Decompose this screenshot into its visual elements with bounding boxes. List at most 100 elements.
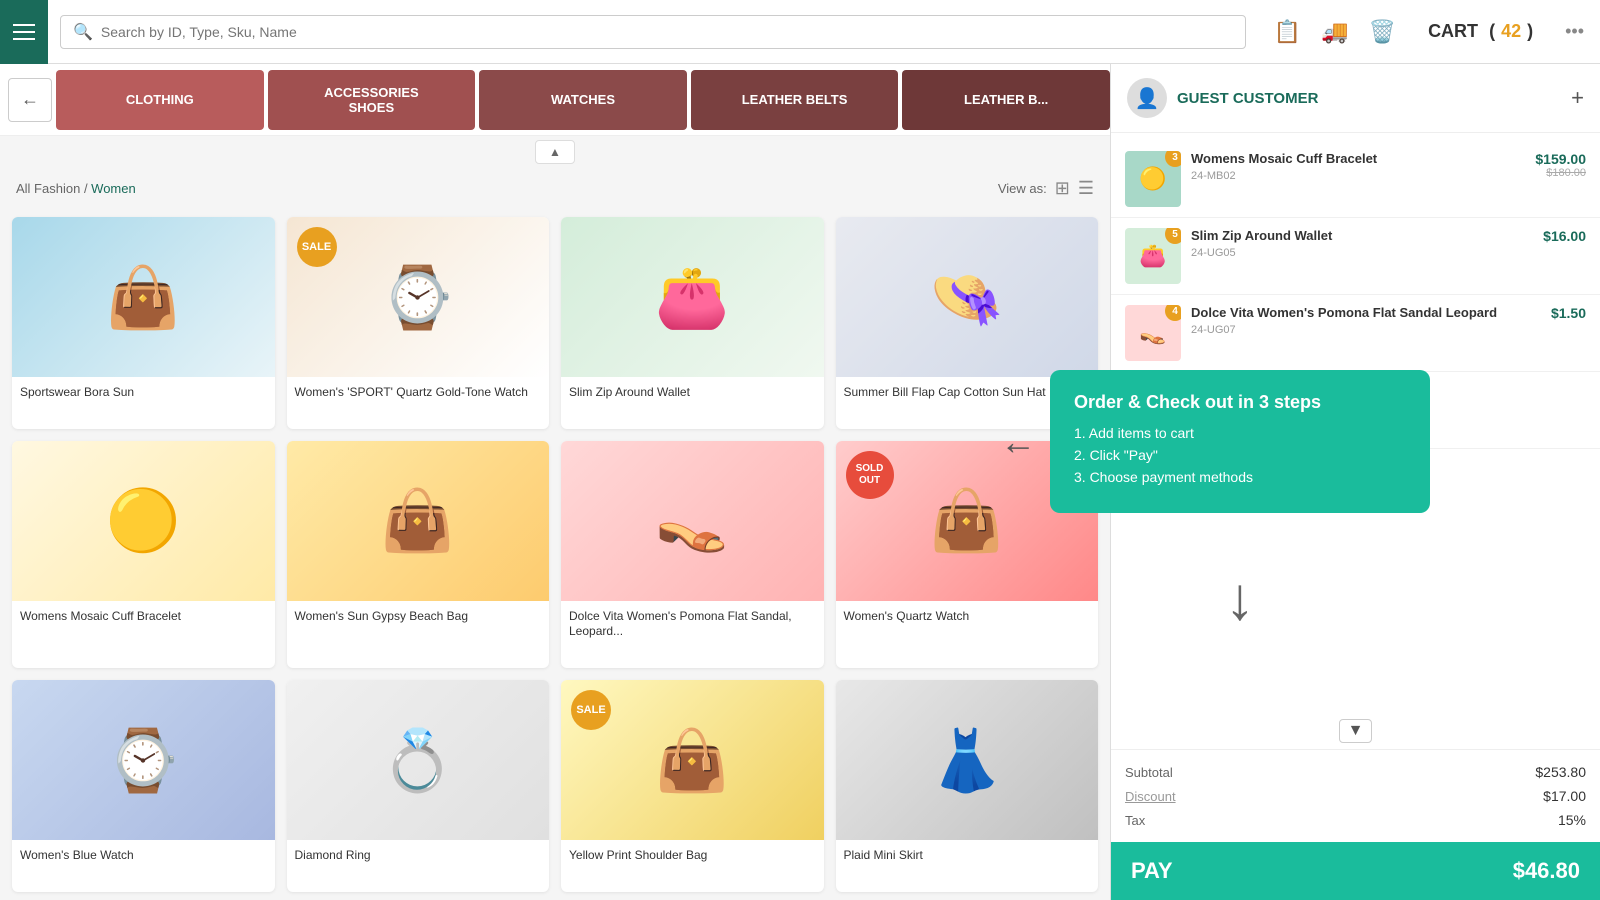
product-card-sportswear[interactable]: 👜 Sportswear Bora Sun bbox=[12, 217, 275, 429]
tax-value: 15% bbox=[1558, 812, 1586, 828]
product-card-watch-sport[interactable]: SALE ⌚ Women's 'SPORT' Quartz Gold-Tone … bbox=[287, 217, 550, 429]
pay-amount: $46.80 bbox=[1513, 858, 1580, 884]
list-view-button[interactable]: ☰ bbox=[1078, 178, 1094, 199]
category-leather[interactable]: LEATHER B... bbox=[902, 70, 1110, 130]
product-name-blue-watch: Women's Blue Watch bbox=[12, 840, 275, 874]
product-card-ring[interactable]: 💍 Diamond Ring bbox=[287, 680, 550, 892]
menu-button[interactable] bbox=[0, 0, 48, 64]
product-grid: 👜 Sportswear Bora Sun SALE ⌚ Women's 'SP… bbox=[0, 209, 1110, 900]
product-card-wallet[interactable]: 👛 Slim Zip Around Wallet bbox=[561, 217, 824, 429]
breadcrumb: All Fashion / Women bbox=[16, 181, 136, 196]
product-card-beach-bag[interactable]: 👜 Women's Sun Gypsy Beach Bag bbox=[287, 441, 550, 668]
cart-item-name-sandal: Dolce Vita Women's Pomona Flat Sandal Le… bbox=[1191, 305, 1541, 322]
subtotal-row: Subtotal $253.80 bbox=[1125, 760, 1586, 784]
tooltip-title: Order & Check out in 3 steps bbox=[1074, 392, 1406, 413]
category-accessories-shoes[interactable]: ACCESSORIESSHOES bbox=[268, 70, 476, 130]
product-name-ring: Diamond Ring bbox=[287, 840, 550, 874]
product-image-ring: 💍 bbox=[287, 680, 550, 840]
product-name-watch-sport: Women's 'SPORT' Quartz Gold-Tone Watch bbox=[287, 377, 550, 411]
product-emoji-blue-watch: ⌚ bbox=[106, 725, 181, 796]
product-emoji-beach-bag: 👜 bbox=[380, 485, 455, 556]
menu-icon-line1 bbox=[13, 24, 35, 26]
checkout-tooltip: Order & Check out in 3 steps 1. Add item… bbox=[1050, 370, 1430, 513]
guest-name: GUEST CUSTOMER bbox=[1177, 90, 1318, 107]
product-card-sandal[interactable]: 👡 Dolce Vita Women's Pomona Flat Sandal,… bbox=[561, 441, 824, 668]
cart-section: CART ( 42 ) bbox=[1428, 21, 1533, 42]
menu-icon-line2 bbox=[13, 31, 35, 33]
cart-item-price-sandal: $1.50 bbox=[1551, 305, 1586, 321]
discount-row: Discount $17.00 bbox=[1125, 784, 1586, 808]
back-button[interactable]: ← bbox=[8, 78, 52, 122]
cart-item-emoji-bracelet: 🟡 bbox=[1139, 166, 1166, 192]
tooltip-step-3: 3. Choose payment methods bbox=[1074, 469, 1406, 485]
category-clothing[interactable]: CLOTHING bbox=[56, 70, 264, 130]
cart-item-wallet[interactable]: 5 👛 Slim Zip Around Wallet 24-UG05 $16.0… bbox=[1111, 218, 1600, 295]
menu-icon-line3 bbox=[13, 38, 35, 40]
product-card-blue-watch[interactable]: ⌚ Women's Blue Watch bbox=[12, 680, 275, 892]
cart-item-details-bracelet: Womens Mosaic Cuff Bracelet 24-MB02 bbox=[1191, 151, 1525, 182]
pay-label: PAY bbox=[1131, 858, 1173, 884]
view-controls: View as: ⊞ ☰ bbox=[998, 178, 1094, 199]
trash-icon[interactable]: 🗑️ bbox=[1369, 19, 1396, 45]
cart-item-prices-wallet: $16.00 bbox=[1543, 228, 1586, 244]
clipboard-icon[interactable]: 📋 bbox=[1274, 19, 1301, 45]
cart-item-emoji-sandal: 👡 bbox=[1139, 320, 1166, 346]
product-name-bracelet: Womens Mosaic Cuff Bracelet bbox=[12, 601, 275, 635]
product-image-skirt: 👗 bbox=[836, 680, 1099, 840]
collapse-button[interactable]: ▲ bbox=[535, 140, 575, 164]
category-accessories-shoes-label: ACCESSORIESSHOES bbox=[324, 85, 419, 115]
product-emoji-ring: 💍 bbox=[380, 725, 455, 796]
header: 🔍 📋 🚚 🗑️ CART ( 42 ) ••• bbox=[0, 0, 1600, 64]
product-emoji-red-bag: 👜 bbox=[929, 485, 1004, 556]
cart-item-original-bracelet: $180.00 bbox=[1535, 167, 1586, 179]
product-emoji-sportswear: 👜 bbox=[106, 262, 181, 333]
product-card-skirt[interactable]: 👗 Plaid Mini Skirt bbox=[836, 680, 1099, 892]
category-leather-belts[interactable]: LEATHER BELTS bbox=[691, 70, 899, 130]
search-input[interactable] bbox=[101, 24, 1233, 40]
cart-item-sandal[interactable]: 4 👡 Dolce Vita Women's Pomona Flat Sanda… bbox=[1111, 295, 1600, 372]
product-image-bracelet: 🟡 bbox=[12, 441, 275, 601]
category-leather-label: LEATHER B... bbox=[964, 92, 1048, 107]
product-image-beach-bag: 👜 bbox=[287, 441, 550, 601]
view-as-label: View as: bbox=[998, 181, 1047, 196]
grid-view-button[interactable]: ⊞ bbox=[1055, 178, 1070, 199]
add-customer-button[interactable]: + bbox=[1571, 85, 1584, 111]
scroll-down-button[interactable]: ▼ bbox=[1339, 719, 1373, 743]
product-emoji-skirt: 👗 bbox=[929, 725, 1004, 796]
cart-item-sku-bracelet: 24-MB02 bbox=[1191, 170, 1525, 182]
product-image-yellow-bag: SALE 👜 bbox=[561, 680, 824, 840]
product-card-yellow-bag[interactable]: SALE 👜 Yellow Print Shoulder Bag bbox=[561, 680, 824, 892]
cart-item-img-wallet: 5 👛 bbox=[1125, 228, 1181, 284]
avatar: 👤 bbox=[1127, 78, 1167, 118]
cart-item-bracelet[interactable]: 3 🟡 Womens Mosaic Cuff Bracelet 24-MB02 … bbox=[1111, 141, 1600, 218]
product-name-sportswear: Sportswear Bora Sun bbox=[12, 377, 275, 411]
pay-button[interactable]: PAY $46.80 bbox=[1111, 842, 1600, 900]
subtotal-value: $253.80 bbox=[1535, 764, 1586, 780]
delivery-icon[interactable]: 🚚 bbox=[1321, 19, 1348, 45]
product-emoji-watch-sport: ⌚ bbox=[380, 262, 455, 333]
breadcrumb-current: Women bbox=[91, 181, 136, 196]
cart-item-sku-wallet: 24-UG05 bbox=[1191, 247, 1533, 259]
product-card-bracelet[interactable]: 🟡 Womens Mosaic Cuff Bracelet bbox=[12, 441, 275, 668]
tax-label: Tax bbox=[1125, 813, 1145, 828]
more-options-icon[interactable]: ••• bbox=[1565, 21, 1584, 42]
product-image-sportswear: 👜 bbox=[12, 217, 275, 377]
cart-label: CART bbox=[1428, 21, 1478, 42]
cart-paren: ) bbox=[1527, 21, 1533, 42]
product-name-skirt: Plaid Mini Skirt bbox=[836, 840, 1099, 874]
product-emoji-yellow-bag: 👜 bbox=[655, 725, 730, 796]
category-leather-belts-label: LEATHER BELTS bbox=[742, 92, 848, 107]
category-watches[interactable]: WATCHES bbox=[479, 70, 687, 130]
subtotal-label: Subtotal bbox=[1125, 765, 1173, 780]
product-name-beach-bag: Women's Sun Gypsy Beach Bag bbox=[287, 601, 550, 635]
breadcrumb-bar: All Fashion / Women View as: ⊞ ☰ bbox=[0, 168, 1110, 209]
cart-footer: Subtotal $253.80 Discount $17.00 Tax 15%… bbox=[1111, 749, 1600, 900]
cart-item-qty-wallet: 5 bbox=[1165, 228, 1181, 244]
cart-item-img-bracelet: 3 🟡 bbox=[1125, 151, 1181, 207]
category-watches-label: WATCHES bbox=[551, 92, 615, 107]
breadcrumb-parent[interactable]: All Fashion bbox=[16, 181, 80, 196]
scroll-down-section: ▼ bbox=[1111, 713, 1600, 749]
tooltip-step-2: 2. Click "Pay" bbox=[1074, 447, 1406, 463]
tax-row: Tax 15% bbox=[1125, 808, 1586, 832]
header-icons: 📋 🚚 🗑️ bbox=[1274, 19, 1396, 45]
